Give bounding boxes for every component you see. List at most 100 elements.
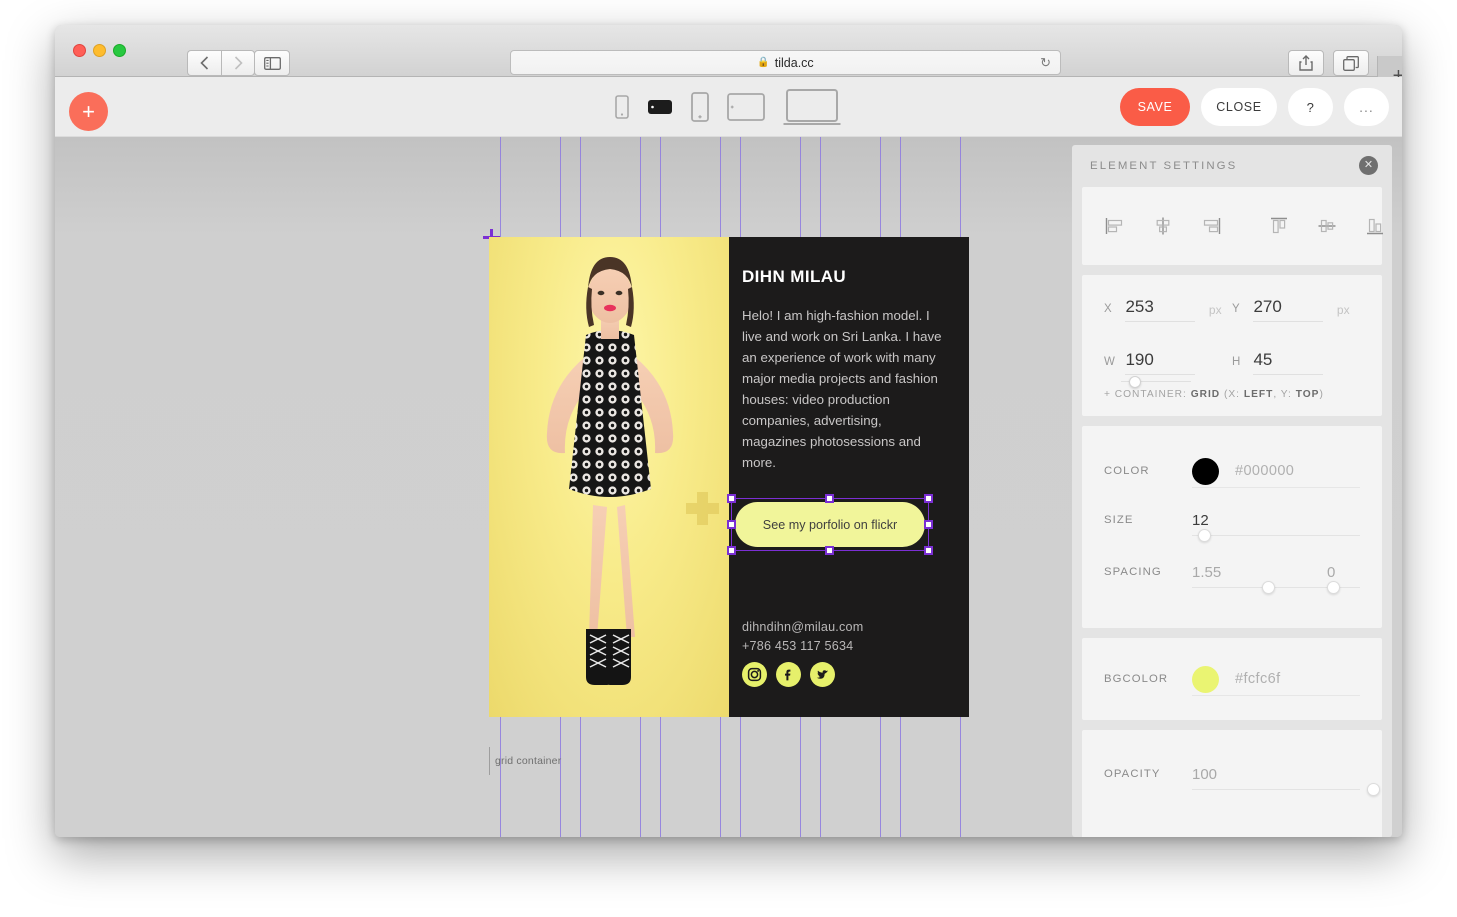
y-label: Y [1232,303,1241,315]
resize-handle-tc[interactable] [825,494,834,503]
h-input[interactable]: 45 [1253,350,1324,375]
save-label: SAVE [1137,100,1173,114]
size-slider[interactable] [1192,529,1360,542]
align-middle-vertical-icon[interactable] [1316,215,1338,237]
color-underline [1192,487,1360,488]
container-suffix: ) [1319,389,1324,400]
design-card[interactable]: DIHN MILAU Helo! I am high-fashion model… [489,237,969,717]
color-label: COLOR [1104,465,1150,477]
spacing-label: SPACING [1104,566,1162,578]
resize-handle-tl[interactable] [727,494,736,503]
editor-canvas[interactable]: DIHN MILAU Helo! I am high-fashion model… [55,137,1402,837]
show-tabs-button[interactable] [1333,50,1369,76]
forward-button[interactable] [221,50,255,76]
opacity-slider[interactable] [1192,783,1380,796]
close-icon[interactable]: ✕ [1359,156,1378,175]
y-input[interactable]: 270 [1253,297,1324,322]
more-label: ... [1359,99,1374,115]
phone-small-icon [615,95,629,119]
url-text: tilda.cc [774,55,814,70]
address-bar[interactable]: 🔒 tilda.cc ↻ [510,50,1061,75]
save-button[interactable]: SAVE [1120,88,1190,126]
resize-handle-mr[interactable] [924,520,933,529]
help-button[interactable]: ? [1288,88,1333,126]
device-tablet-landscape[interactable] [727,93,765,121]
device-phone-small[interactable] [615,95,629,119]
more-options-button[interactable]: ... [1344,88,1389,126]
resize-handle-bl[interactable] [727,546,736,555]
add-block-button[interactable]: + [69,92,108,131]
browser-window: 🔒 tilda.cc ↻ + + SAVE CLOSE ? ... DIHN M… [55,25,1402,837]
x-input[interactable]: 253 [1125,297,1196,322]
bgcolor-label: BGCOLOR [1104,673,1169,685]
width-slider-knob[interactable] [1129,376,1141,388]
fashion-model-image [546,257,674,685]
device-laptop[interactable] [783,88,841,126]
bgcolor-value[interactable]: #fcfc6f [1235,671,1281,687]
container-info[interactable]: + CONTAINER: GRID (X: LEFT, Y: TOP) [1082,375,1382,400]
w-input[interactable]: 190 [1125,350,1196,375]
y-field-cell: Y 270 px [1232,297,1360,322]
y-unit: px [1336,303,1350,317]
container-prefix: + CONTAINER: [1104,389,1191,400]
align-left-icon[interactable] [1104,215,1126,237]
horizontal-align-group [1104,215,1222,237]
laptop-icon [783,89,841,125]
browser-titlebar: 🔒 tilda.cc ↻ + [55,25,1402,102]
model-photo[interactable] [489,237,729,717]
spacing-slider-knob-2[interactable] [1327,581,1340,594]
bgcolor-swatch[interactable] [1192,665,1219,693]
vertical-align-group [1268,215,1386,237]
reload-icon[interactable]: ↻ [1040,55,1051,71]
size-slider-knob[interactable] [1198,529,1211,542]
back-button[interactable] [187,50,221,76]
opacity-section: OPACITY 100 [1082,730,1382,837]
twitter-icon[interactable] [810,662,835,687]
resize-handle-br[interactable] [924,546,933,555]
w-label: W [1104,356,1116,368]
size-value[interactable]: 12 [1192,512,1209,529]
instagram-icon[interactable] [742,662,767,687]
window-close-button[interactable] [73,44,86,57]
close-editor-button[interactable]: CLOSE [1201,88,1277,126]
selection-frame [727,494,933,555]
share-button[interactable] [1288,50,1324,76]
spacing-slider-knob-1[interactable] [1262,581,1275,594]
width-slider[interactable] [1121,376,1191,388]
align-right-icon[interactable] [1200,215,1222,237]
window-minimize-button[interactable] [93,44,106,57]
device-phone-portrait[interactable] [691,92,709,122]
align-top-icon[interactable] [1268,215,1290,237]
window-maximize-button[interactable] [113,44,126,57]
element-settings-panel: ELEMENT SETTINGS ✕ X 253 px Y 270 px W 1… [1072,145,1392,837]
spacing-value-2[interactable]: 0 [1327,564,1335,581]
spacing-value-1[interactable]: 1.55 [1192,564,1221,581]
cta-button-wrapper[interactable]: See my porfolio on flickr [727,494,933,555]
phone-landscape-icon [648,100,672,114]
sidebar-toggle-button[interactable] [254,50,290,76]
color-value[interactable]: #000000 [1235,463,1294,479]
align-center-horizontal-icon[interactable] [1152,215,1174,237]
tablet-landscape-icon [727,93,765,121]
resize-handle-tr[interactable] [924,494,933,503]
container-y: TOP [1295,389,1320,400]
facebook-icon[interactable] [776,662,801,687]
spacing-slider[interactable] [1192,581,1360,594]
color-row: COLOR #000000 [1082,448,1382,494]
size-label: SIZE [1104,514,1134,526]
phone-portrait-icon [691,92,709,122]
opacity-slider-knob[interactable] [1367,783,1380,796]
size-row: SIZE 12 [1082,494,1382,546]
plus-decoration-icon [686,492,719,525]
device-phone-landscape[interactable] [647,99,673,115]
social-links [742,662,835,687]
opacity-label: OPACITY [1104,768,1161,780]
grid-container-tick [489,747,490,775]
resize-handle-bc[interactable] [825,546,834,555]
align-bottom-icon[interactable] [1364,215,1386,237]
opacity-value[interactable]: 100 [1192,766,1217,783]
color-swatch[interactable] [1192,457,1219,485]
resize-handle-ml[interactable] [727,520,736,529]
bgcolor-underline [1192,695,1360,696]
x-unit: px [1208,303,1222,317]
